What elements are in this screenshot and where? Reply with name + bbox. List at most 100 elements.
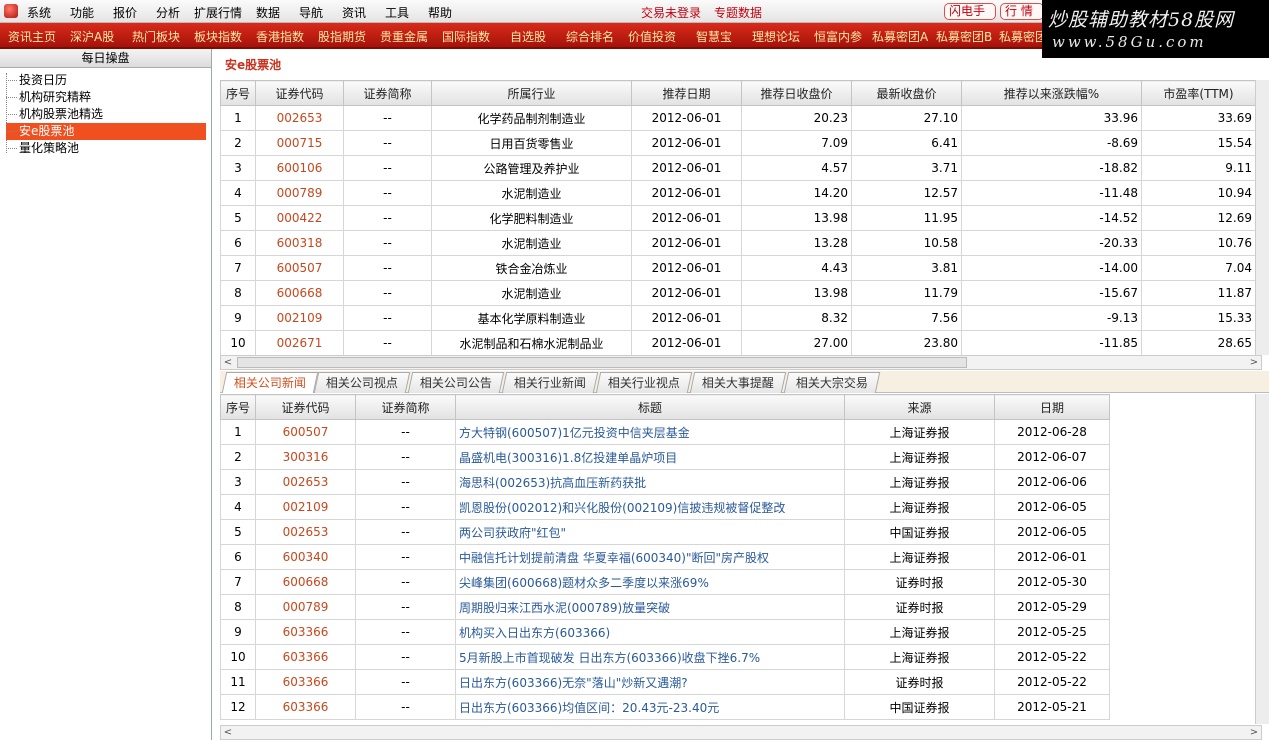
news-title[interactable]: 5月新股上市首现破发 日出东方(603366)收盘下挫6.7% — [455, 644, 845, 670]
news-title[interactable]: 日出东方(603366)均值区间：20.43元-23.40元 — [455, 694, 845, 720]
stock-code[interactable]: 600340 — [255, 544, 356, 570]
menu-navigate[interactable]: 导航 — [299, 4, 323, 21]
table-row[interactable]: 3 600106 -- 公路管理及养护业 2012-06-01 4.57 3.71 -18.8… — [220, 155, 1256, 181]
nav-ranking[interactable]: 综合排名 — [566, 28, 614, 45]
stock-pool-vscroll[interactable] — [1255, 80, 1269, 355]
nav-value-invest[interactable]: 价值投资 — [628, 28, 676, 45]
scroll-right-icon[interactable]: > — [1247, 356, 1261, 369]
stock-code[interactable]: 002653 — [255, 469, 356, 495]
stock-pool-hscroll[interactable]: < > — [220, 355, 1262, 370]
news-title[interactable]: 凯恩股份(002012)和兴化股份(002109)信披违规被督促整改 — [455, 494, 845, 520]
sidebar-item-institution-research[interactable]: 机构研究精粹 — [6, 89, 206, 106]
tab-company-viewpoint[interactable]: 相关公司视点 — [313, 372, 411, 393]
tab-event-reminder[interactable]: 相关大事提醒 — [689, 372, 787, 393]
stock-code[interactable]: 000789 — [255, 180, 344, 206]
nav-sector-index[interactable]: 板块指数 — [194, 28, 242, 45]
nav-hengfu-insider[interactable]: 恒富内参 — [814, 28, 862, 45]
column-header[interactable]: 日期 — [994, 394, 1110, 420]
stock-code[interactable]: 600507 — [255, 255, 344, 281]
table-row[interactable]: 12 603366 -- 日出东方(603366)均值区间：20.43元-23.40元… — [220, 694, 1110, 720]
news-title[interactable]: 尖峰集团(600668)题材众多二季度以来涨69% — [455, 569, 845, 595]
column-header[interactable]: 来源 — [844, 394, 995, 420]
stock-code[interactable]: 603366 — [255, 669, 356, 695]
nav-intl-index[interactable]: 国际指数 — [442, 28, 490, 45]
nav-smart-treasure[interactable]: 智慧宝 — [696, 28, 732, 45]
table-row[interactable]: 4 002109 -- 凯恩股份(002012)和兴化股份(002109)信披违规被督… — [220, 494, 1110, 520]
table-row[interactable]: 8 600668 -- 水泥制造业 2012-06-01 13.98 11.79 -15.67… — [220, 280, 1256, 306]
tab-industry-news[interactable]: 相关行业新闻 — [501, 372, 599, 393]
nav-private-group[interactable]: 私募密团 — [999, 28, 1047, 45]
nav-hk-index[interactable]: 香港指数 — [256, 28, 304, 45]
table-row[interactable]: 1 600507 -- 方大特钢(600507)1亿元投资中信夹层基金 上海证券报 201… — [220, 419, 1110, 445]
menu-quote[interactable]: 报价 — [113, 4, 137, 21]
table-row[interactable]: 3 002653 -- 海思科(002653)抗高血压新药获批 上海证券报 2012-06… — [220, 469, 1110, 495]
stock-code[interactable]: 600106 — [255, 155, 344, 181]
menu-tools[interactable]: 工具 — [385, 4, 409, 21]
sidebar-item-ane-stock-pool[interactable]: 安e股票池 — [6, 123, 206, 140]
column-header[interactable]: 推荐以来涨跌幅% — [961, 80, 1142, 106]
special-data-link[interactable]: 专题数据 — [714, 4, 762, 21]
stock-code[interactable]: 002671 — [255, 330, 344, 356]
app-logo-icon[interactable] — [4, 4, 18, 18]
nav-ideal-forum[interactable]: 理想论坛 — [752, 28, 800, 45]
column-header[interactable]: 证券简称 — [343, 80, 432, 106]
nav-watchlist[interactable]: 自选股 — [510, 28, 546, 45]
tab-block-trade[interactable]: 相关大宗交易 — [783, 372, 881, 393]
scroll-thumb[interactable] — [237, 357, 967, 368]
stock-code[interactable]: 002653 — [255, 519, 356, 545]
sidebar-item-investment-calendar[interactable]: 投资日历 — [6, 72, 206, 89]
table-row[interactable]: 2 000715 -- 日用百货零售业 2012-06-01 7.09 6.41 -8.69 1… — [220, 130, 1256, 156]
tab-industry-viewpoint[interactable]: 相关行业视点 — [595, 372, 693, 393]
table-row[interactable]: 1 002653 -- 化学药品制剂制造业 2012-06-01 20.23 27.10 33… — [220, 105, 1256, 131]
column-header[interactable]: 最新收盘价 — [851, 80, 962, 106]
menu-function[interactable]: 功能 — [70, 4, 94, 21]
stock-code[interactable]: 600507 — [255, 419, 356, 445]
stock-code[interactable]: 002653 — [255, 105, 344, 131]
sidebar-item-institution-stock-pool[interactable]: 机构股票池精选 — [6, 106, 206, 123]
news-hscroll[interactable]: < > — [220, 725, 1262, 740]
stock-code[interactable]: 300316 — [255, 444, 356, 470]
column-header[interactable]: 证券简称 — [355, 394, 456, 420]
table-row[interactable]: 9 002109 -- 基本化学原料制造业 2012-06-01 8.32 7.56 -9.1… — [220, 305, 1256, 331]
column-header[interactable]: 序号 — [220, 80, 256, 106]
stock-code[interactable]: 600668 — [255, 569, 356, 595]
news-title[interactable]: 中融信托计划提前清盘 华夏幸福(600340)"断回"房产股权 — [455, 544, 845, 570]
stock-code[interactable]: 002109 — [255, 305, 344, 331]
stock-code[interactable]: 000422 — [255, 205, 344, 231]
news-title[interactable]: 两公司获政府"红包" — [455, 519, 845, 545]
news-title[interactable]: 周期股归来江西水泥(000789)放量突破 — [455, 594, 845, 620]
table-row[interactable]: 10 603366 -- 5月新股上市首现破发 日出东方(603366)收盘下挫6.7… — [220, 644, 1110, 670]
stock-code[interactable]: 600668 — [255, 280, 344, 306]
column-header[interactable]: 证券代码 — [255, 80, 344, 106]
column-header[interactable]: 所属行业 — [431, 80, 632, 106]
menu-data[interactable]: 数据 — [256, 4, 280, 21]
scroll-left-icon[interactable]: < — [221, 356, 235, 369]
nav-private-group-b[interactable]: 私募密团B — [936, 28, 992, 45]
column-header[interactable]: 序号 — [220, 394, 256, 420]
scroll-left-icon[interactable]: < — [221, 726, 235, 739]
stock-code[interactable]: 000715 — [255, 130, 344, 156]
news-title[interactable]: 海思科(002653)抗高血压新药获批 — [455, 469, 845, 495]
menu-system[interactable]: 系统 — [27, 4, 51, 21]
news-vscroll[interactable] — [1255, 394, 1269, 724]
news-title[interactable]: 日出东方(603366)无奈"落山"炒新又遇潮? — [455, 669, 845, 695]
tab-company-news[interactable]: 相关公司新闻 — [221, 372, 319, 393]
table-row[interactable]: 11 603366 -- 日出东方(603366)无奈"落山"炒新又遇潮? 证券时报 20… — [220, 669, 1110, 695]
table-row[interactable]: 6 600318 -- 水泥制造业 2012-06-01 13.28 10.58 -20.33… — [220, 230, 1256, 256]
table-row[interactable]: 10 002671 -- 水泥制品和石棉水泥制品业 2012-06-01 27.00 23.… — [220, 330, 1256, 356]
scroll-right-icon[interactable]: > — [1247, 726, 1261, 739]
nav-private-group-a[interactable]: 私募密团A — [872, 28, 928, 45]
news-title[interactable]: 方大特钢(600507)1亿元投资中信夹层基金 — [455, 419, 845, 445]
menu-analysis[interactable]: 分析 — [156, 4, 180, 21]
nav-info-home[interactable]: 资讯主页 — [8, 28, 56, 45]
table-row[interactable]: 7 600668 -- 尖峰集团(600668)题材众多二季度以来涨69% 证券时报 20… — [220, 569, 1110, 595]
stock-code[interactable]: 600318 — [255, 230, 344, 256]
table-row[interactable]: 7 600507 -- 铁合金冶炼业 2012-06-01 4.43 3.81 -14.00 7… — [220, 255, 1256, 281]
nav-precious-metals[interactable]: 贵重金属 — [380, 28, 428, 45]
table-row[interactable]: 8 000789 -- 周期股归来江西水泥(000789)放量突破 证券时报 2012-0… — [220, 594, 1110, 620]
nav-hot-sectors[interactable]: 热门板块 — [132, 28, 180, 45]
column-header[interactable]: 推荐日期 — [631, 80, 742, 106]
nav-index-futures[interactable]: 股指期货 — [318, 28, 366, 45]
market-button[interactable]: 行 情 — [1000, 3, 1044, 20]
table-row[interactable]: 5 000422 -- 化学肥料制造业 2012-06-01 13.98 11.95 -14.… — [220, 205, 1256, 231]
